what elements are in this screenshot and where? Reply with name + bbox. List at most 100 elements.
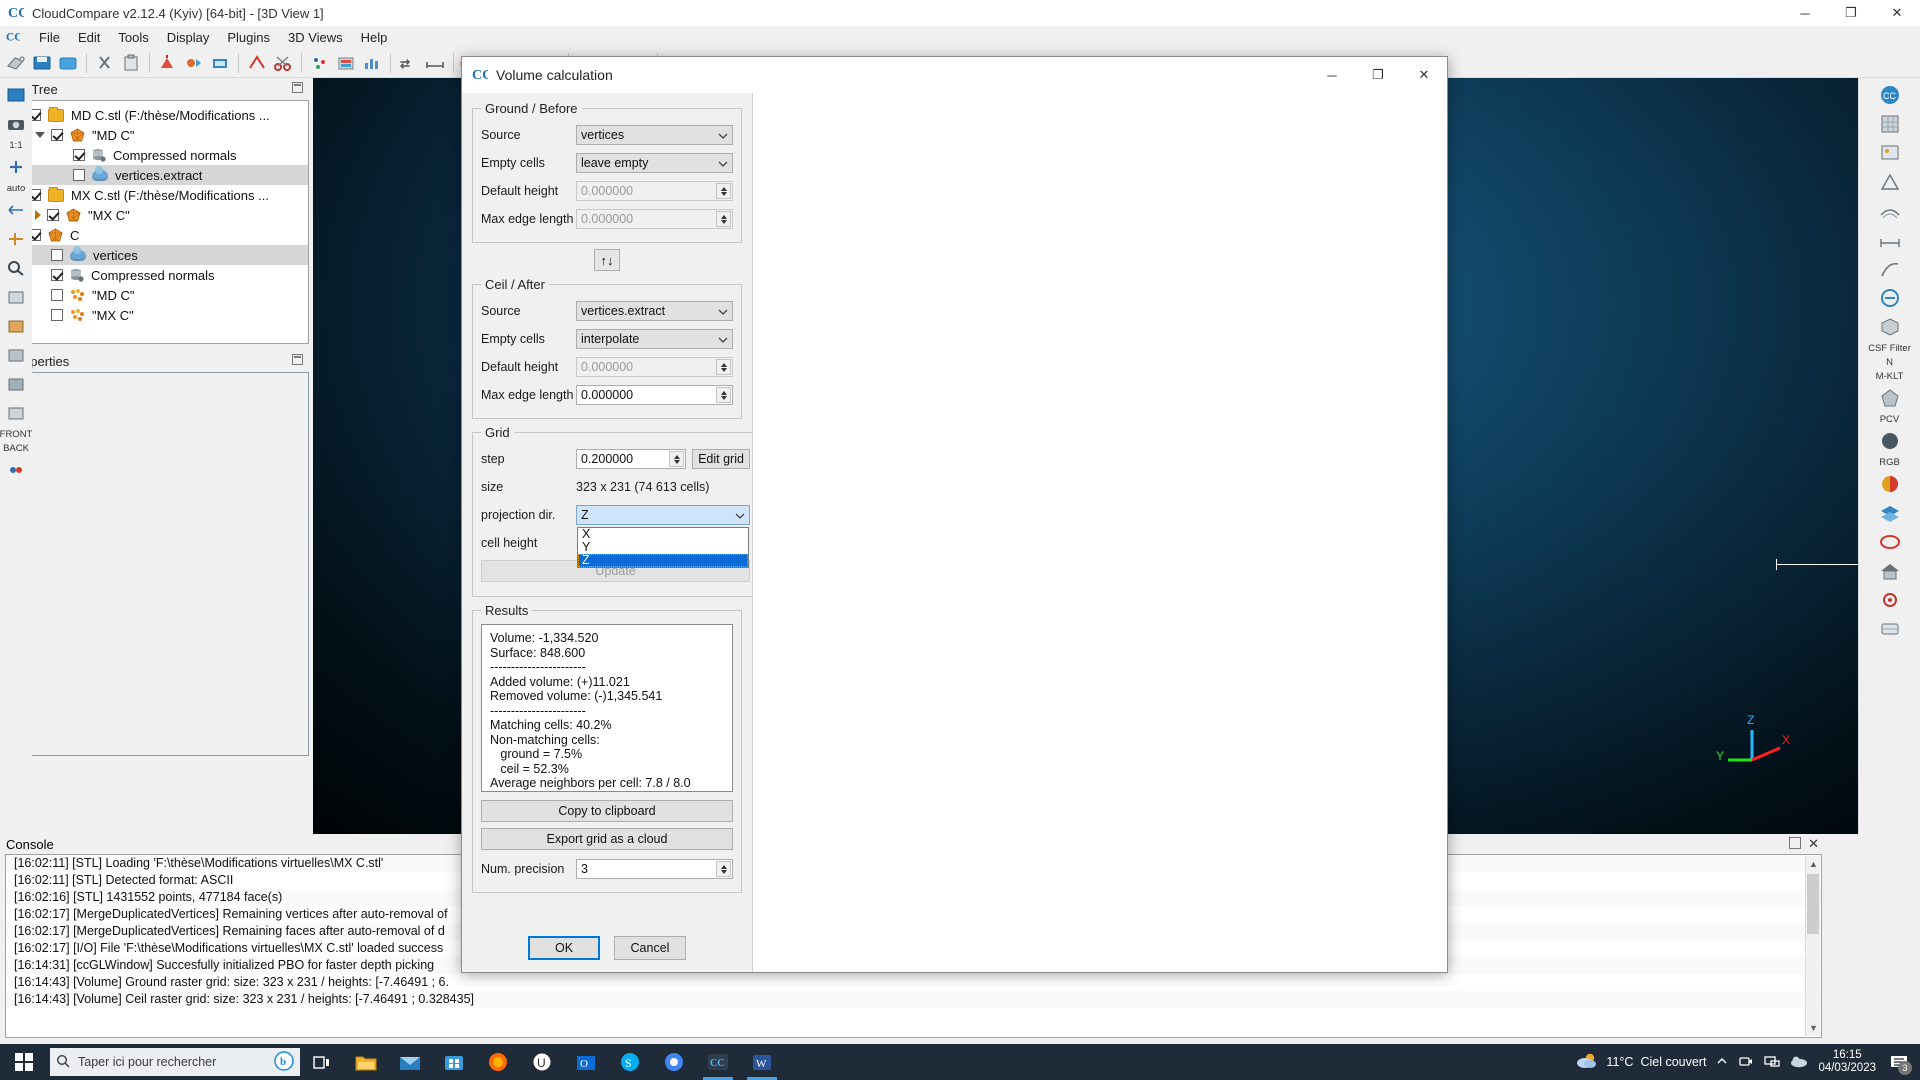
task-view-icon[interactable]	[300, 1044, 344, 1080]
tray-network-icon[interactable]	[1764, 1054, 1780, 1071]
view-top-icon[interactable]	[2, 284, 30, 310]
grid-projection-option[interactable]: X	[578, 528, 748, 541]
word-icon[interactable]: W	[740, 1044, 784, 1080]
normals-compute-icon[interactable]	[156, 51, 180, 75]
db-tree-item[interactable]: vertices	[5, 245, 308, 265]
menu-file[interactable]: File	[30, 28, 69, 47]
db-tree-item-checkbox[interactable]	[51, 289, 63, 301]
db-tree-item-checkbox[interactable]	[51, 309, 63, 321]
db-tree-list[interactable]: MD C.stl (F:/thèse/Modifications ..."MD …	[4, 100, 309, 344]
scroll-thumb[interactable]	[1807, 874, 1819, 934]
color-picker-icon[interactable]	[2, 457, 30, 483]
chrome-icon[interactable]	[652, 1044, 696, 1080]
ceil-empty-cells-combo[interactable]: interpolate	[576, 329, 733, 349]
db-tree-item[interactable]: vertices.extract	[5, 165, 308, 185]
chevron-down-icon[interactable]	[35, 132, 45, 138]
measure2-plugin-icon[interactable]	[1876, 227, 1904, 253]
view-right-icon[interactable]	[2, 371, 30, 397]
tray-webcam-icon[interactable]	[1738, 1054, 1754, 1071]
db-tree-item[interactable]: "MX C"	[5, 305, 308, 325]
minimize-button[interactable]: ─	[1782, 0, 1828, 26]
gear-plugin-icon[interactable]	[1876, 587, 1904, 613]
spinner-buttons[interactable]	[669, 451, 684, 467]
cut-icon[interactable]	[93, 51, 117, 75]
file-explorer-icon[interactable]	[344, 1044, 388, 1080]
filter-icon[interactable]	[208, 51, 232, 75]
clipboard-icon[interactable]	[119, 51, 143, 75]
back-view-label[interactable]: BACK	[3, 443, 29, 454]
menu-plugins[interactable]: Plugins	[218, 28, 279, 47]
colorwheel-plugin-icon[interactable]	[1876, 471, 1904, 497]
console-scrollbar[interactable]: ▲ ▼	[1805, 856, 1820, 1036]
menu-3d-views[interactable]: 3D Views	[279, 28, 352, 47]
new-view-icon[interactable]	[56, 51, 80, 75]
pan-icon[interactable]	[2, 197, 30, 223]
dialog-preview-pane[interactable]	[752, 93, 1447, 972]
outlook-icon[interactable]: O	[564, 1044, 608, 1080]
spinner-buttons[interactable]	[716, 359, 731, 375]
rgb-label[interactable]: RGB	[1879, 457, 1900, 468]
ground-default-height-input[interactable]: 0.000000	[576, 181, 733, 201]
db-tree-item-checkbox[interactable]	[51, 129, 63, 141]
scroll-up-icon[interactable]: ▲	[1806, 856, 1821, 872]
scalar-field-icon[interactable]	[182, 51, 206, 75]
firefox-icon[interactable]	[476, 1044, 520, 1080]
fullscreen-icon[interactable]	[2, 82, 30, 108]
tray-onedrive-icon[interactable]	[1790, 1054, 1808, 1071]
mesh2-plugin-icon[interactable]	[1876, 169, 1904, 195]
color-ramp-icon[interactable]	[334, 51, 358, 75]
copy-to-clipboard-button[interactable]: Copy to clipboard	[481, 800, 733, 822]
chevron-right-icon[interactable]	[35, 210, 41, 220]
cancel-button[interactable]: Cancel	[614, 936, 686, 960]
start-button[interactable]	[0, 1044, 48, 1080]
zoom-1-1-label[interactable]: 1:1	[9, 140, 22, 151]
properties-float-icon[interactable]	[292, 354, 303, 365]
ceil-max-edge-input[interactable]: 0.000000	[576, 385, 733, 405]
measure-icon[interactable]	[423, 51, 447, 75]
db-tree-float-icon[interactable]	[292, 82, 303, 93]
shape-plugin-icon[interactable]	[1876, 385, 1904, 411]
house-plugin-icon[interactable]	[1876, 558, 1904, 584]
skype-icon[interactable]: S	[608, 1044, 652, 1080]
db-tree-item[interactable]: "MX C"	[5, 205, 308, 225]
grid-projection-option[interactable]: Z	[578, 554, 748, 567]
global-zoom-icon[interactable]	[2, 226, 30, 252]
ground-empty-cells-combo[interactable]: leave empty	[576, 153, 733, 173]
num-precision-input[interactable]: 3	[576, 859, 733, 879]
close-button[interactable]: ✕	[1874, 0, 1920, 26]
auto-label[interactable]: auto	[7, 183, 26, 194]
zoom-fit-icon[interactable]	[2, 154, 30, 180]
dialog-maximize-button[interactable]: ❐	[1355, 57, 1401, 93]
dialog-minimize-button[interactable]: ─	[1309, 57, 1355, 93]
image-plugin-icon[interactable]	[1876, 140, 1904, 166]
tray-expand-icon[interactable]	[1716, 1055, 1728, 1070]
spinner-buttons[interactable]	[716, 183, 731, 199]
histogram-icon[interactable]	[360, 51, 384, 75]
view-left-icon[interactable]	[2, 342, 30, 368]
spinner-buttons[interactable]	[716, 211, 731, 227]
edit-grid-button[interactable]: Edit grid	[692, 449, 750, 469]
db-tree-item[interactable]: C	[5, 225, 308, 245]
front-view-label[interactable]: FRONT	[0, 429, 32, 440]
db-tree-item[interactable]: "MD C"	[5, 125, 308, 145]
db-tree-item[interactable]: Compressed normals	[5, 145, 308, 165]
db-tree-item[interactable]: MX C.stl (F:/thèse/Modifications ...	[5, 185, 308, 205]
layers-plugin-icon[interactable]	[1876, 500, 1904, 526]
save-icon[interactable]	[30, 51, 54, 75]
menu-display[interactable]: Display	[158, 28, 219, 47]
ceil-source-combo[interactable]: vertices.extract	[576, 301, 733, 321]
circle-plugin-icon[interactable]	[1876, 285, 1904, 311]
normals-label[interactable]: N	[1886, 357, 1893, 368]
spinner-buttons[interactable]	[716, 387, 731, 403]
segment-icon[interactable]	[245, 51, 269, 75]
microsoft-store-icon[interactable]	[432, 1044, 476, 1080]
grid-plugin-icon[interactable]	[1876, 111, 1904, 137]
dialog-close-button[interactable]: ✕	[1401, 57, 1447, 93]
taskbar-clock[interactable]: 16:15 04/03/2023	[1818, 1049, 1876, 1075]
view-bottom-icon[interactable]	[2, 313, 30, 339]
ellipse-plugin-icon[interactable]	[1876, 529, 1904, 555]
m3c2-label[interactable]: M-KLT	[1876, 371, 1904, 382]
grid-step-input[interactable]: 0.200000	[576, 449, 686, 469]
grid-projection-option[interactable]: Y	[578, 541, 748, 554]
ceil-default-height-input[interactable]: 0.000000	[576, 357, 733, 377]
